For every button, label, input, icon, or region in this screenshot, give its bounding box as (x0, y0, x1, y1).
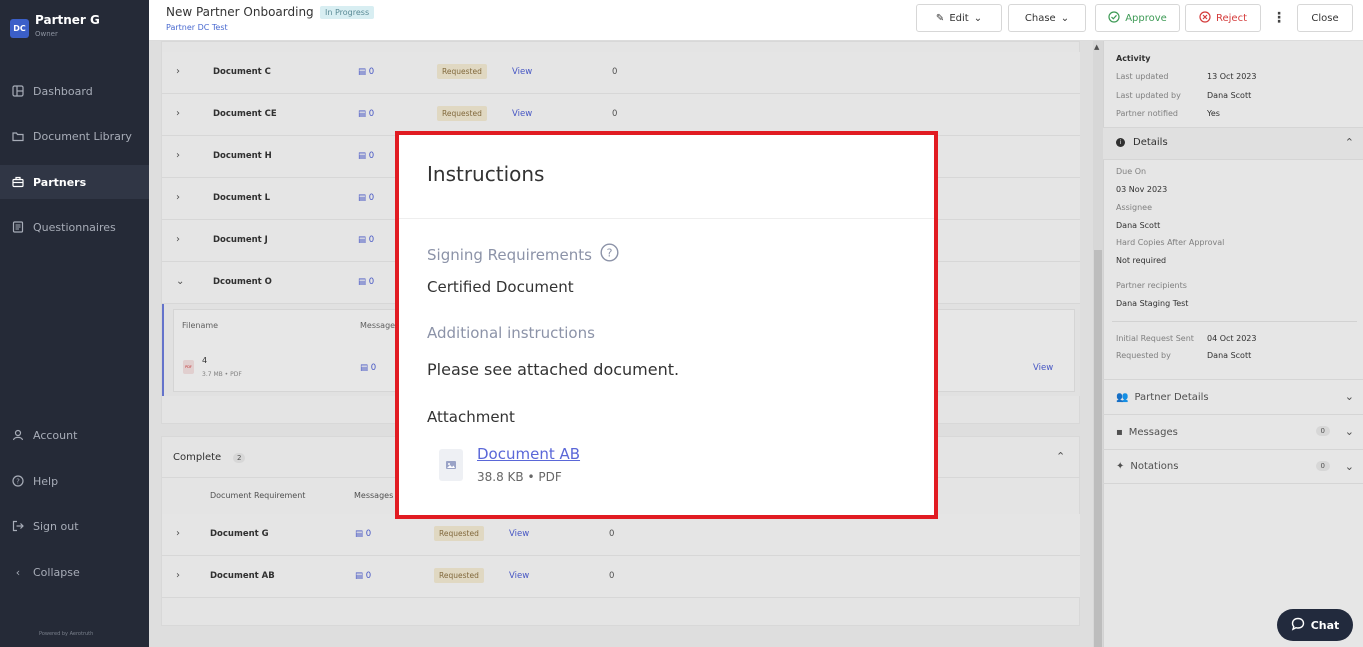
edit-button[interactable]: ✎ Edit ⌄ (916, 4, 1002, 32)
page-title: New Partner Onboarding (166, 5, 314, 19)
check-circle-icon (1108, 10, 1120, 26)
nav-help-label: Help (33, 474, 59, 488)
chat-button[interactable]: Chat (1277, 609, 1353, 641)
brand-role: Owner (35, 30, 58, 38)
user-icon (12, 429, 24, 441)
more-options-icon[interactable]: ⋮ (1272, 10, 1286, 26)
nav-questionnaires[interactable]: Questionnaires (0, 210, 149, 244)
briefcase-icon (12, 176, 24, 188)
powered-by: Powered by Aerotruth (39, 631, 94, 637)
signout-icon (12, 520, 24, 532)
form-icon (12, 221, 24, 233)
nav-account-label: Account (33, 428, 78, 442)
attachment-meta: 38.8 KB • PDF (477, 470, 562, 484)
chevron-down-icon: ⌄ (1060, 12, 1070, 24)
approve-button[interactable]: Approve (1095, 4, 1180, 32)
nav-account[interactable]: Account (0, 418, 149, 452)
chase-label: Chase (1024, 12, 1056, 24)
brand-logo: DC (10, 19, 29, 38)
partner-link[interactable]: Partner DC Test (166, 23, 228, 32)
status-badge: In Progress (320, 6, 375, 19)
folder-icon (12, 130, 24, 142)
nav-document-library-label: Document Library (33, 129, 132, 143)
chat-bubble-icon (1291, 617, 1305, 634)
signing-requirements-label: Signing Requirements (427, 245, 592, 264)
additional-instructions-value: Please see attached document. (427, 360, 680, 379)
image-file-icon (439, 449, 463, 481)
reject-label: Reject (1215, 12, 1247, 24)
reject-button[interactable]: Reject (1185, 4, 1261, 32)
nav-partners[interactable]: Partners (0, 165, 149, 199)
help-icon: ? (12, 475, 24, 487)
chat-label: Chat (1310, 618, 1340, 632)
help-circle-icon[interactable]: ? (600, 243, 619, 266)
nav-dashboard-label: Dashboard (33, 84, 93, 98)
brand-name: Partner G (35, 13, 100, 27)
nav-document-library[interactable]: Document Library (0, 119, 149, 153)
chevron-down-icon: ⌄ (973, 12, 983, 24)
chase-button[interactable]: Chase ⌄ (1008, 4, 1086, 32)
approve-label: Approve (1125, 12, 1167, 24)
svg-text:?: ? (607, 247, 613, 260)
dashboard-icon (12, 85, 24, 97)
signing-requirements: Signing Requirements ? (427, 243, 619, 266)
nav-partners-label: Partners (33, 175, 87, 189)
nav-collapse[interactable]: ‹ Collapse (0, 555, 149, 589)
instructions-modal: Instructions Signing Requirements ? Cert… (395, 131, 938, 519)
modal-title: Instructions (427, 162, 545, 186)
additional-instructions-label: Additional instructions (427, 324, 595, 342)
svg-text:?: ? (16, 478, 20, 486)
nav-collapse-label: Collapse (33, 565, 80, 579)
nav-sign-out-label: Sign out (33, 519, 79, 533)
header: New Partner Onboarding In Progress Partn… (149, 0, 1363, 41)
nav-dashboard[interactable]: Dashboard (0, 74, 149, 108)
nav-sign-out[interactable]: Sign out (0, 509, 149, 543)
signing-requirements-value: Certified Document (427, 278, 574, 296)
pencil-icon: ✎ (935, 12, 945, 24)
chevron-left-icon: ‹ (15, 565, 21, 579)
nav-questionnaires-label: Questionnaires (33, 220, 116, 234)
edit-label: Edit (949, 12, 969, 24)
sidebar: DC Partner G Owner Dashboard Document Li… (0, 0, 149, 647)
modal-divider (399, 218, 934, 219)
brand[interactable]: DC Partner G Owner (10, 13, 100, 40)
close-button[interactable]: Close (1297, 4, 1353, 32)
x-circle-icon (1199, 10, 1211, 26)
attachment-link[interactable]: Document AB (477, 445, 580, 463)
nav-help[interactable]: ? Help (0, 464, 149, 498)
attachment-label: Attachment (427, 408, 515, 426)
close-label: Close (1311, 12, 1339, 24)
